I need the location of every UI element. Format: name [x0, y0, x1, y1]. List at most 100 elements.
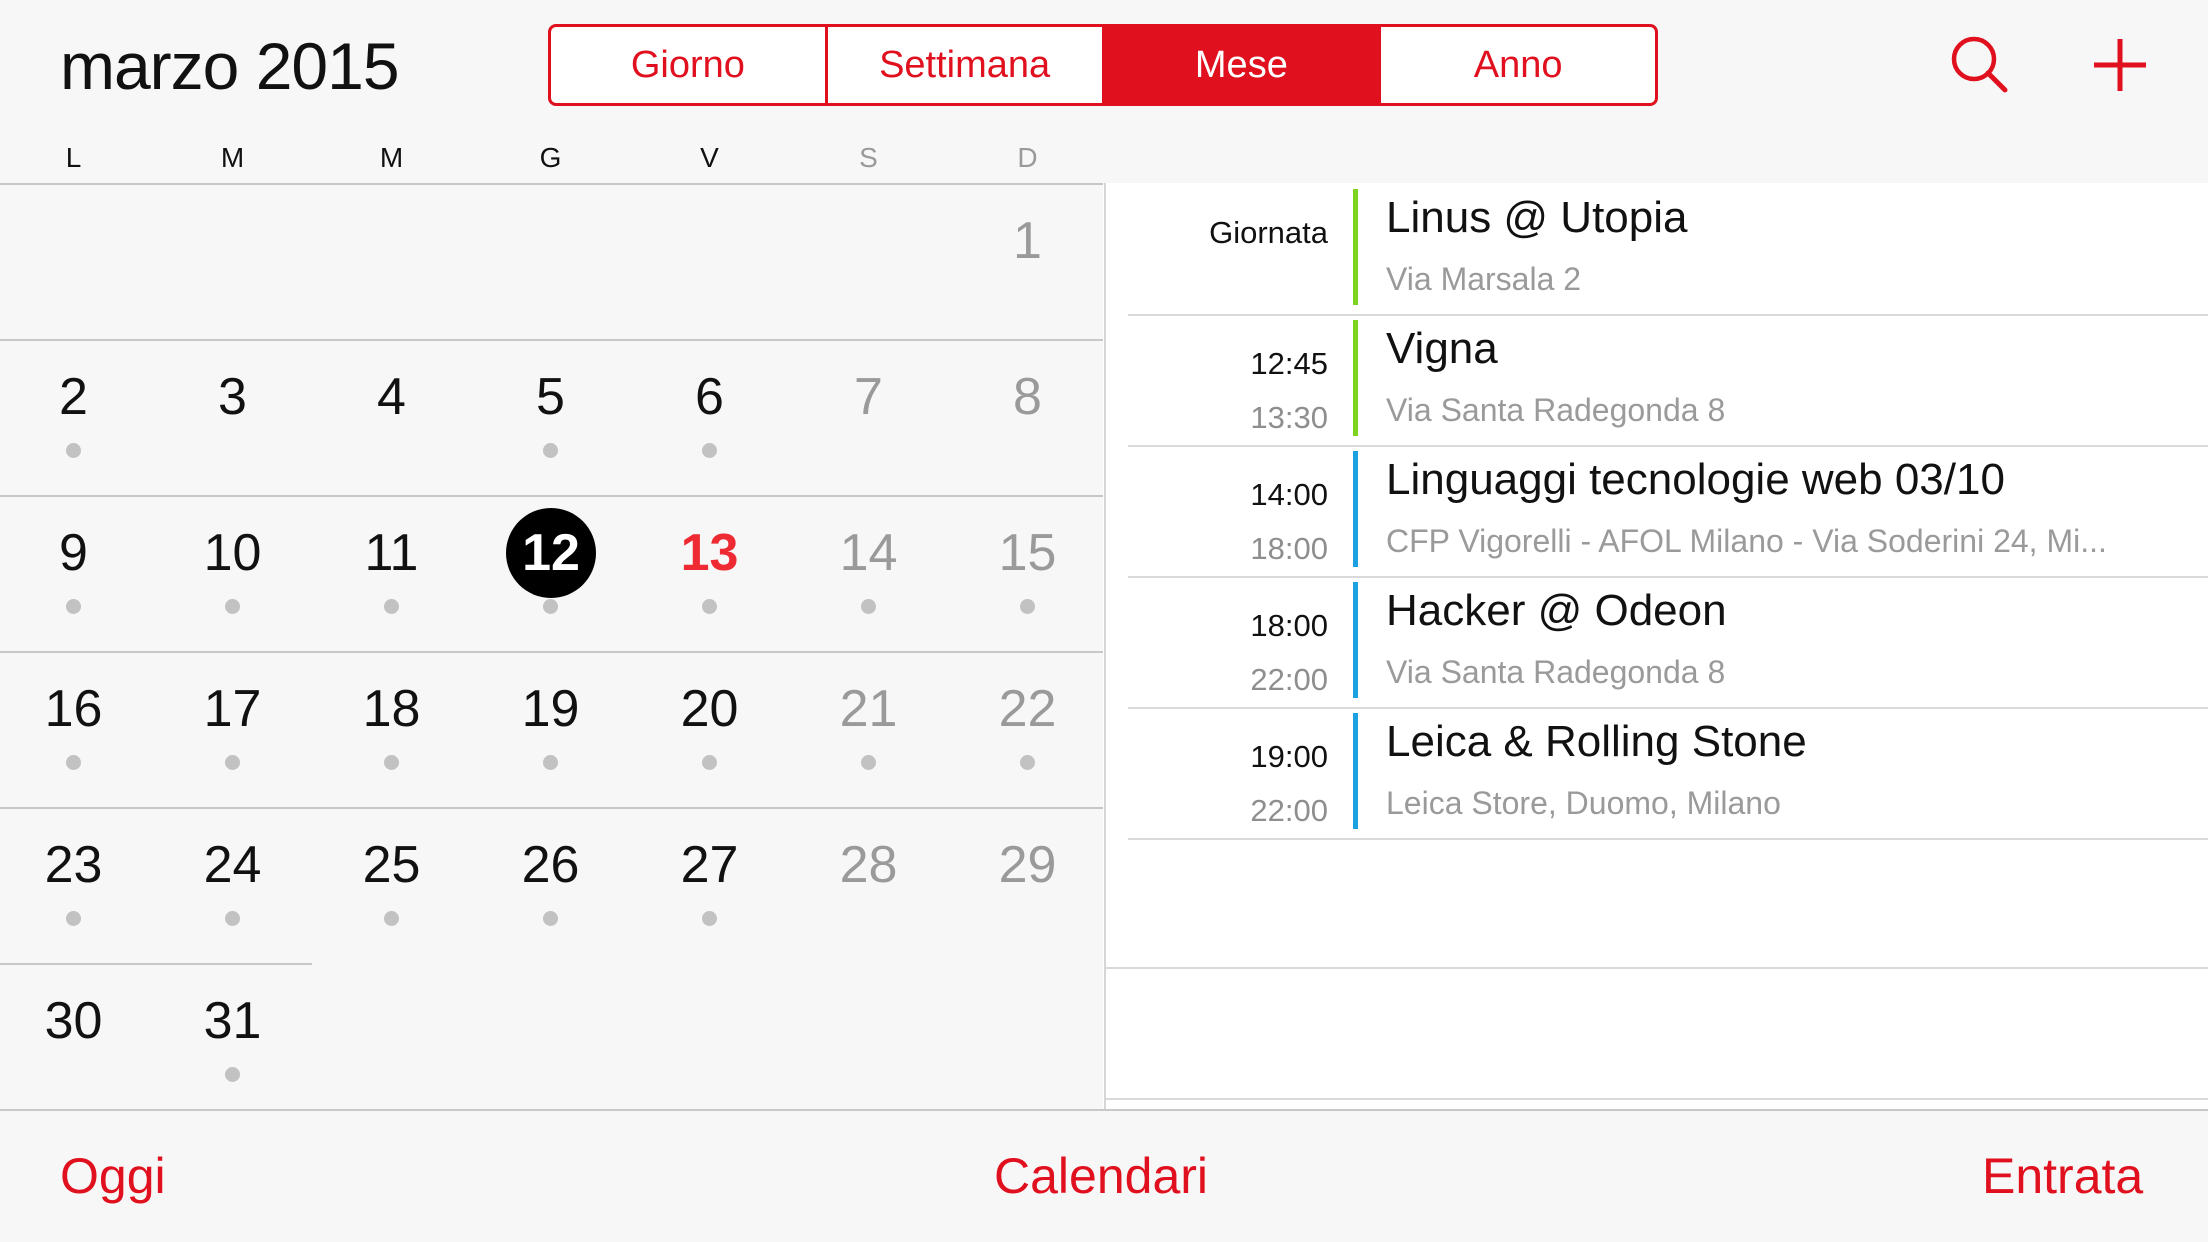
event-item[interactable]: 12:45 13:30 Vigna Via Santa Radegonda 8 [1128, 314, 2208, 447]
calendar-color-bar [1353, 320, 1358, 436]
day-cell[interactable]: 6 [630, 341, 789, 497]
day-number: 5 [536, 368, 565, 426]
day-number: 2 [59, 368, 88, 426]
day-cell[interactable]: 23 [0, 809, 153, 965]
calendar-color-bar [1353, 189, 1358, 305]
event-end-time: 22:00 [1250, 793, 1328, 828]
day-cell[interactable]: 29 [948, 809, 1107, 965]
day-number: 10 [203, 524, 262, 582]
day-cell[interactable]: 21 [789, 653, 948, 809]
day-number: 14 [839, 524, 898, 582]
event-start-time: 19:00 [1250, 739, 1328, 774]
day-cell[interactable]: 3 [153, 341, 312, 497]
weekday-label: M [379, 142, 404, 173]
event-dot-icon [702, 599, 717, 614]
day-cell[interactable]: 22 [948, 653, 1107, 809]
day-number: 27 [680, 836, 739, 894]
day-cell[interactable]: 24 [153, 809, 312, 965]
day-cell[interactable]: 1 [948, 185, 1107, 341]
search-button[interactable] [1945, 30, 2015, 100]
event-location: Via Marsala 2 [1386, 261, 1582, 297]
day-number: 1 [1013, 212, 1042, 270]
calendars-button[interactable]: Calendari [994, 1147, 1208, 1205]
event-item[interactable]: 18:00 22:00 Hacker @ Odeon Via Santa Radego… [1128, 576, 2208, 709]
segment-mese[interactable]: Mese [1104, 27, 1382, 103]
calendar-color-bar [1353, 713, 1358, 829]
day-number: 18 [362, 680, 421, 738]
day-cell[interactable]: 28 [789, 809, 948, 965]
day-cell[interactable]: 2 [0, 341, 153, 497]
day-cell[interactable]: 30 [0, 965, 153, 1121]
day-number: 21 [839, 680, 898, 738]
day-cell[interactable]: 20 [630, 653, 789, 809]
weekday-label: V [700, 142, 719, 173]
day-number: 3 [218, 368, 247, 426]
month-grid: 1 2 3 4 5 6 7 8 9 10 11 12 13 14 15 16 17 18 19 20 21 22 23 24 2… [0, 183, 1103, 1112]
segment-settimana[interactable]: Settimana [828, 27, 1105, 103]
event-end-time: 13:30 [1250, 400, 1328, 435]
event-item[interactable]: 14:00 18:00 Linguaggi tecnologie web 03/10… [1128, 445, 2208, 578]
day-number: 19 [521, 680, 580, 738]
header: marzo 2015 Giorno Settimana Mese Anno L … [0, 0, 2208, 184]
weekday-label: D [1017, 142, 1038, 173]
event-end-time: 18:00 [1250, 531, 1328, 566]
day-cell[interactable]: 26 [471, 809, 630, 965]
day-number: 24 [203, 836, 262, 894]
event-dot-icon [384, 755, 399, 770]
add-event-button[interactable] [2085, 30, 2155, 100]
day-cell[interactable]: 7 [789, 341, 948, 497]
day-cell[interactable]: 14 [789, 497, 948, 653]
day-cell[interactable]: 18 [312, 653, 471, 809]
today-button[interactable]: Oggi [60, 1147, 166, 1205]
day-cell[interactable]: 19 [471, 653, 630, 809]
event-dot-icon [702, 755, 717, 770]
event-dot-icon [225, 911, 240, 926]
day-number: 22 [998, 680, 1057, 738]
event-end-time: 22:00 [1250, 662, 1328, 697]
events-list: Giornata Linus @ Utopia Via Marsala 2 12:45… [1104, 183, 2208, 1110]
day-number: 8 [1013, 368, 1042, 426]
day-cell[interactable]: 25 [312, 809, 471, 965]
empty-row-separator [1106, 967, 2208, 969]
event-location: Via Santa Radegonda 8 [1386, 654, 1726, 690]
calendar-color-bar [1353, 451, 1358, 567]
segment-anno[interactable]: Anno [1381, 27, 1655, 103]
event-start-time: 18:00 [1250, 608, 1328, 643]
day-cell[interactable]: 8 [948, 341, 1107, 497]
weekday-label: G [539, 142, 562, 173]
day-cell[interactable]: 11 [312, 497, 471, 653]
day-cell[interactable]: 31 [153, 965, 312, 1121]
event-dot-icon [384, 599, 399, 614]
event-start-time: 12:45 [1250, 346, 1328, 381]
event-dot-icon [861, 755, 876, 770]
event-dot-icon [543, 755, 558, 770]
day-number: 29 [998, 836, 1057, 894]
month-title: marzo 2015 [60, 29, 400, 103]
day-cell[interactable]: 16 [0, 653, 153, 809]
day-number: 4 [377, 368, 406, 426]
day-cell[interactable]: 17 [153, 653, 312, 809]
day-cell[interactable]: 15 [948, 497, 1107, 653]
selected-day-number: 12 [506, 508, 596, 598]
event-location: Via Santa Radegonda 8 [1386, 392, 1726, 428]
event-item[interactable]: Giornata Linus @ Utopia Via Marsala 2 [1128, 183, 2208, 316]
day-cell[interactable]: 4 [312, 341, 471, 497]
day-cell[interactable]: 5 [471, 341, 630, 497]
event-dot-icon [66, 599, 81, 614]
day-cell[interactable]: 27 [630, 809, 789, 965]
day-number: 9 [59, 524, 88, 582]
day-number: 17 [203, 680, 262, 738]
day-number: 13 [680, 524, 739, 582]
event-item[interactable]: 19:00 22:00 Leica & Rolling Stone Leica Sto… [1128, 707, 2208, 840]
segment-giorno[interactable]: Giorno [551, 27, 828, 103]
event-title: Linguaggi tecnologie web 03/10 [1386, 455, 2005, 504]
event-start-time: Giornata [1209, 215, 1328, 250]
inbox-button[interactable]: Entrata [1982, 1147, 2143, 1205]
search-icon [1951, 36, 2008, 93]
day-number: 20 [680, 680, 739, 738]
day-cell[interactable]: 13 [630, 497, 789, 653]
day-cell[interactable]: 12 [471, 497, 630, 653]
day-cell[interactable]: 9 [0, 497, 153, 653]
day-cell[interactable]: 10 [153, 497, 312, 653]
day-number: 6 [695, 368, 724, 426]
